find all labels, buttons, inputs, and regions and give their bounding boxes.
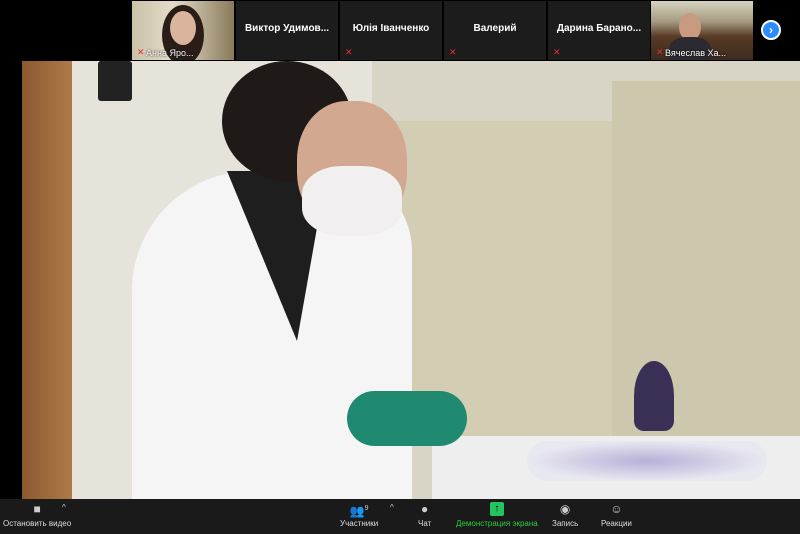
participant-tile[interactable]: ✕ Анна Яро... [132,1,234,60]
chat-bubble-icon: ● [421,502,429,516]
stop-video-button[interactable]: ■ Остановить видео [3,502,71,528]
reactions-label: Реакции [601,519,632,528]
participants-button[interactable]: 👥9 Участники [340,502,378,528]
share-screen-icon: ↑ [489,502,504,516]
flask [634,361,674,431]
participant-tile[interactable]: Дарина Барано... ✕ [548,1,650,60]
share-screen-button[interactable]: ↑ Демонстрация экрана [456,502,538,528]
participant-name: Анна Яро... [146,48,194,58]
participant-face [170,11,196,45]
video-options-caret[interactable]: ^ [62,503,66,512]
participant-name: Юлія Іванченко [352,23,430,34]
meeting-toolbar: ■ Остановить видео ^ 👥9 Участники ^ ● Ча… [0,499,800,534]
video-camera-icon: ■ [33,502,41,516]
participant-tile[interactable]: Виктор Удимов... [236,1,338,60]
participant-strip: ✕ Анна Яро... Виктор Удимов... Юлія Іван… [0,0,800,61]
participants-options-caret[interactable]: ^ [390,503,394,512]
wall-switch [98,61,132,101]
participant-tile[interactable]: Юлія Іванченко ✕ [340,1,442,60]
participant-tile[interactable]: Валерий ✕ [444,1,546,60]
stop-video-label: Остановить видео [3,519,72,528]
mic-muted-icon: ✕ [553,47,561,57]
active-speaker-video [22,61,800,499]
smiley-plus-icon: ☺ [610,502,623,516]
participant-tile[interactable]: ✕ Вячеслав Ха... [651,1,753,60]
door-frame [22,61,72,499]
mic-muted-icon: ✕ [345,47,353,57]
petri-dishes [527,441,767,481]
next-page-button[interactable]: › [761,20,781,40]
face-mask [302,166,402,236]
reactions-button[interactable]: ☺ Реакции [601,502,632,528]
participant-name: Вячеслав Ха... [665,48,727,58]
participants-label: Участники [340,519,379,528]
chat-button[interactable]: ● Чат [418,502,431,528]
chat-label: Чат [418,519,432,528]
record-icon: ◉ [559,502,571,516]
mic-muted-icon: ✕ [656,47,664,57]
participant-name: Виктор Удимов... [244,23,330,34]
participant-name: Валерий [473,23,517,34]
share-screen-label: Демонстрация экрана [456,519,538,528]
mic-muted-icon: ✕ [137,47,145,57]
participants-count: 9 [364,505,369,512]
record-button[interactable]: ◉ Запись [552,502,578,528]
participants-icon: 👥9 [349,504,369,518]
participant-name: Дарина Барано... [556,23,642,34]
record-label: Запись [552,519,579,528]
gloved-hands [347,391,467,446]
mic-muted-icon: ✕ [449,47,457,57]
